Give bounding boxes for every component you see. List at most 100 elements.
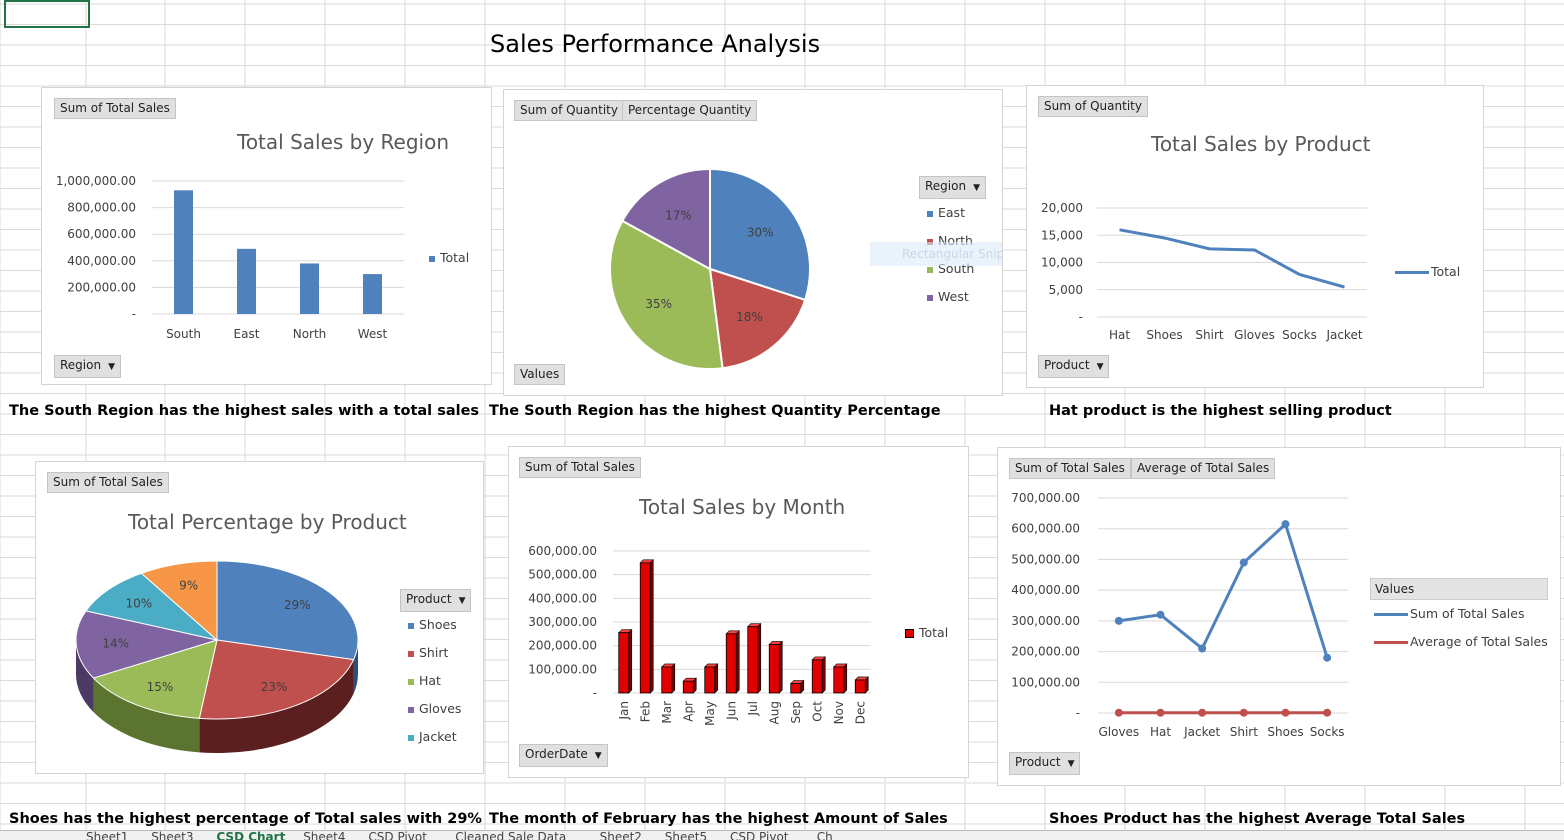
legend-item: East <box>927 205 965 220</box>
x-tick-label: Sep <box>789 701 803 724</box>
product-legend-field-button[interactable]: Product ▼ <box>400 589 472 612</box>
values-field-button[interactable]: Values <box>514 364 566 385</box>
legend-label: East <box>938 205 965 220</box>
percentage-chart-panel[interactable]: Sum of Total Sales Total Percentage by P… <box>35 461 484 774</box>
data-label: 14% <box>102 637 129 651</box>
product-field-button[interactable]: Product ▼ <box>1038 355 1110 378</box>
series-line <box>1119 228 1345 289</box>
data-label: 15% <box>147 680 174 694</box>
dropdown-arrow-icon: ▼ <box>594 751 602 761</box>
data-label: 30% <box>747 226 774 240</box>
caption-month: The month of February has the highest Am… <box>489 811 948 827</box>
region-legend-field-button[interactable]: Region ▼ <box>919 176 987 199</box>
series-marker <box>1156 610 1165 619</box>
x-tick-label: Hat <box>1150 725 1171 739</box>
y-tick-label: 800,000.00 <box>67 201 136 215</box>
dropdown-arrow-icon: ▼ <box>1096 362 1104 372</box>
y-tick-label: 15,000 <box>1041 228 1083 242</box>
bar <box>363 274 382 314</box>
x-tick-label: Jacket <box>1183 725 1220 739</box>
x-tick-label: South <box>166 327 201 341</box>
average-chart-panel[interactable]: Sum of Total Sales Average of Total Sale… <box>997 447 1561 786</box>
bar-side <box>778 640 783 694</box>
field-label: Product <box>1044 358 1090 372</box>
dropdown-arrow-icon: ▼ <box>108 362 116 372</box>
legend-label: Shirt <box>419 645 449 660</box>
data-label: 29% <box>284 598 311 612</box>
series-marker <box>1198 644 1207 653</box>
x-tick-label: Socks <box>1310 725 1345 739</box>
x-tick-label: Jacket <box>1325 328 1362 342</box>
bar <box>854 679 866 694</box>
y-tick-label: - <box>132 307 136 321</box>
quantity-chart-panel[interactable]: Sum of Quantity Percentage Quantity 30% 1… <box>503 89 1003 396</box>
legend-item: Jacket <box>408 729 457 744</box>
bar <box>833 666 845 694</box>
series-marker <box>1323 708 1332 717</box>
y-tick-label: 100,000.00 <box>528 662 597 676</box>
region-field-button[interactable]: Region ▼ <box>54 355 122 378</box>
x-tick-label: Hat <box>1109 328 1130 342</box>
region-chart-panel[interactable]: Sum of Total Sales Total Sales by Region… <box>41 87 492 385</box>
caption-average: Shoes Product has the highest Average To… <box>1049 811 1466 827</box>
region-bar-plot: - 200,000.00 400,000.00 600,000.00 800,000.0… <box>56 174 404 341</box>
legend-total: Total <box>1395 264 1460 279</box>
legend-label: Jacket <box>419 729 457 744</box>
y-tick-label: 400,000.00 <box>1011 583 1080 597</box>
y-tick-label: 500,000.00 <box>528 568 597 582</box>
bar <box>704 666 716 694</box>
legend-total: Total <box>905 625 948 640</box>
legend-item: West <box>927 289 969 304</box>
legend-swatch <box>408 734 414 741</box>
x-tick-label: Jul <box>746 701 760 716</box>
y-tick-label: 20,000 <box>1041 201 1083 215</box>
x-tick-label: North <box>293 327 327 341</box>
y-tick-label: 400,000.00 <box>528 591 597 605</box>
y-tick-label: 100,000.00 <box>1011 675 1080 689</box>
legend-label: West <box>938 289 969 304</box>
caption-quantity: The South Region has the highest Quantit… <box>489 403 941 419</box>
field-label: Product <box>406 592 452 606</box>
product-field-button[interactable]: Product ▼ <box>1009 752 1081 775</box>
series-marker <box>1323 653 1332 662</box>
x-tick-label: Shirt <box>1195 328 1223 342</box>
y-tick-label: 300,000.00 <box>528 615 597 629</box>
legend-swatch <box>905 629 914 638</box>
series-marker <box>1239 558 1248 567</box>
caption-product: Hat product is the highest selling produ… <box>1049 403 1392 419</box>
field-label: Region <box>60 358 102 372</box>
orderdate-field-button[interactable]: OrderDate ▼ <box>519 744 608 767</box>
x-tick-label: Apr <box>681 701 695 722</box>
legend-item: Average of Total Sales <box>1374 634 1548 649</box>
x-tick-label: Gloves <box>1234 328 1275 342</box>
bar-side <box>649 559 654 694</box>
series-marker <box>1114 616 1123 625</box>
y-tick-label: 1,000,000.00 <box>56 174 136 188</box>
y-tick-label: 200,000.00 <box>528 639 597 653</box>
y-tick-label: - <box>593 686 597 700</box>
bar <box>747 626 759 694</box>
bar <box>682 680 694 694</box>
legend-label: Gloves <box>419 701 462 716</box>
y-tick-label: 400,000.00 <box>67 254 136 268</box>
series-marker <box>1114 708 1123 717</box>
legend-line-swatch <box>1374 613 1408 616</box>
y-tick-label: 600,000.00 <box>67 227 136 241</box>
x-tick-label: Aug <box>767 701 781 724</box>
bar-side <box>757 623 762 694</box>
legend-label: Sum of Total Sales <box>1410 606 1525 621</box>
x-tick-label: Jun <box>724 701 738 721</box>
legend-swatch <box>927 210 933 217</box>
legend-line-swatch <box>1395 271 1429 274</box>
month-chart-panel[interactable]: Sum of Total Sales Total Sales by Month … <box>508 446 969 778</box>
legend-swatch <box>429 255 435 262</box>
x-tick-label: Shoes <box>1146 328 1182 342</box>
bar <box>618 632 630 694</box>
product-line-plot: - 5,000 10,000 15,000 20,000 Hat Shoes Shirt Glo… <box>1041 201 1367 342</box>
x-tick-label: Mar <box>660 701 674 724</box>
product-chart-panel[interactable]: Sum of Quantity Total Sales by Product -… <box>1026 85 1484 388</box>
y-tick-label: 600,000.00 <box>528 544 597 558</box>
selected-cell[interactable] <box>4 0 90 28</box>
dropdown-arrow-icon: ▼ <box>458 596 466 606</box>
field-label: Product <box>1015 755 1061 769</box>
